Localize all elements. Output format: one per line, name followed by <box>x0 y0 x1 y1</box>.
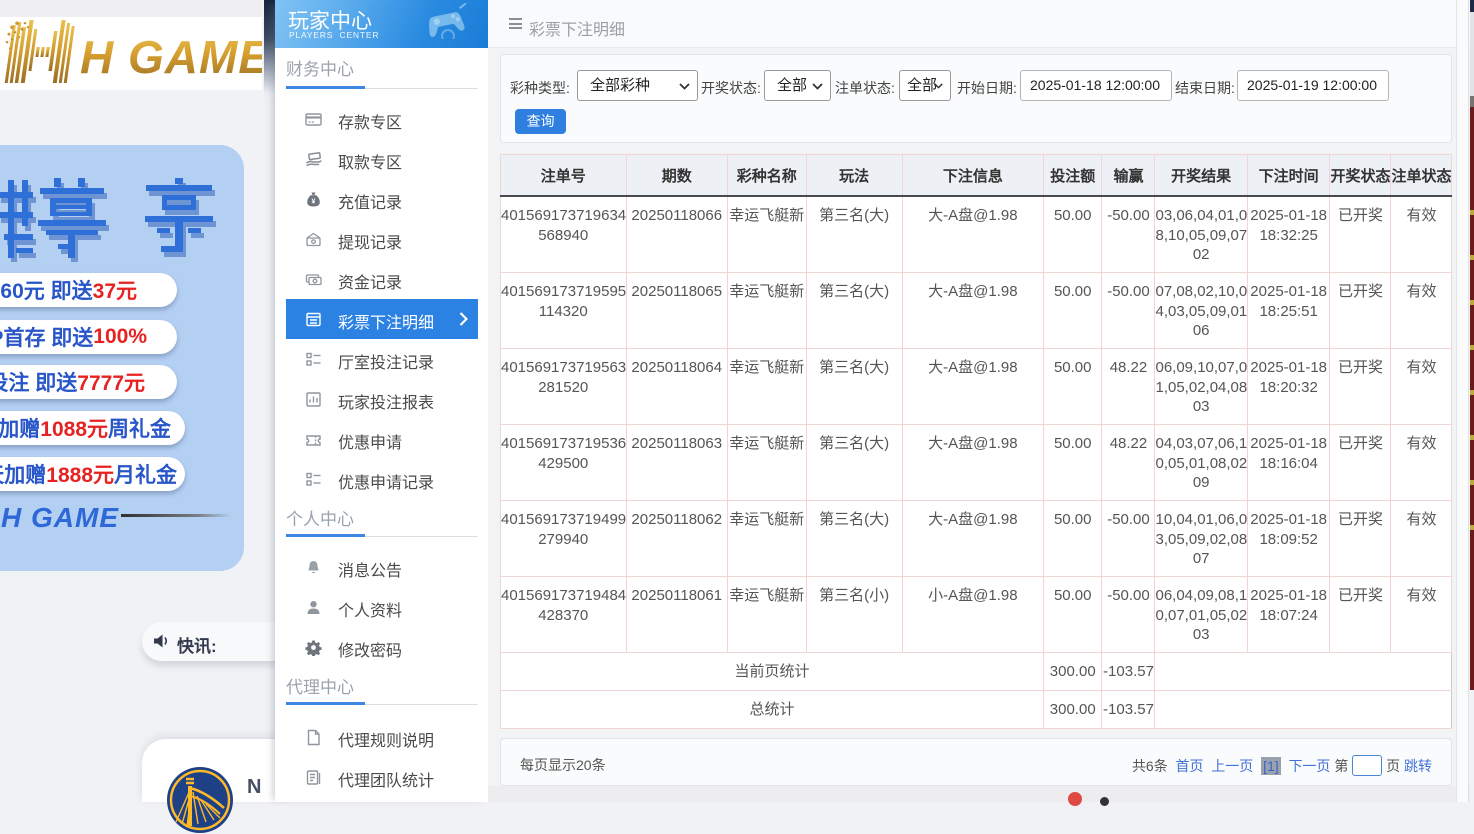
svg-text:H GAME: H GAME <box>80 31 262 83</box>
svg-text:¥: ¥ <box>312 199 316 206</box>
